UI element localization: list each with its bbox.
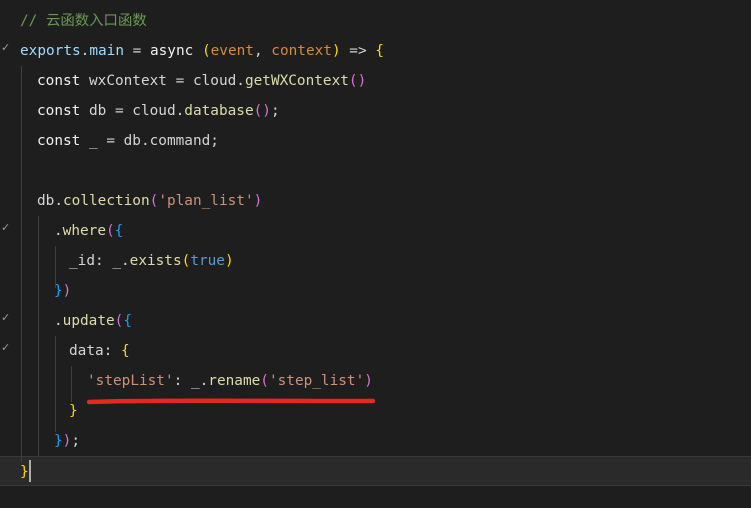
code-line-10[interactable]: }) (0, 276, 751, 306)
code-token: data (69, 343, 104, 359)
code-token: event (210, 43, 254, 59)
code-editor[interactable]: // 云函数入口函数 ✓ exports.main = async (event, … (0, 0, 751, 508)
code-token: ( (193, 43, 211, 59)
indent-guide (21, 66, 22, 462)
code-token: () (253, 103, 271, 119)
code-token: main (89, 43, 124, 59)
code-text: .update({ (54, 306, 132, 336)
code-text: db.collection('plan_list') (37, 186, 262, 216)
code-token: 'plan_list' (158, 193, 254, 209)
code-token: exports (20, 43, 81, 59)
code-line-8[interactable]: ✓ .where({ (0, 216, 751, 246)
red-underline-annotation (87, 398, 375, 405)
code-line-13[interactable]: 'stepList': _.rename('step_list') (0, 366, 751, 396)
code-token: } (54, 433, 63, 449)
chevron-fold-icon[interactable]: ✓ (1, 336, 13, 366)
code-line-11[interactable]: ✓ .update({ (0, 306, 751, 336)
code-token: db = cloud. (80, 103, 185, 119)
code-token: ( (181, 253, 191, 269)
code-line-9[interactable]: _id: _.exists(true) (0, 246, 751, 276)
code-token: _id (69, 253, 95, 269)
indent-guide (55, 246, 56, 288)
code-token: } (69, 403, 78, 419)
code-token: database (184, 103, 254, 119)
code-token: update (62, 313, 115, 329)
code-text: }) (54, 276, 71, 306)
code-token: ) (253, 193, 263, 209)
code-text: const db = cloud.database(); (37, 96, 280, 126)
code-token: ( (149, 193, 159, 209)
code-token: 'step_list' (268, 373, 365, 389)
code-token: { (114, 223, 124, 239)
code-token: : _. (95, 253, 130, 269)
code-token: () (348, 73, 367, 89)
code-token: rename (208, 373, 261, 389)
code-token: // 云函数入口函数 (20, 13, 147, 29)
code-text: }); (54, 426, 80, 456)
code-token: { (375, 43, 384, 59)
code-token: : _. (173, 373, 209, 389)
code-line-1[interactable]: // 云函数入口函数 (0, 6, 751, 36)
code-line-5[interactable]: const _ = db.command; (0, 126, 751, 156)
chevron-fold-icon[interactable]: ✓ (1, 216, 13, 246)
code-token: = (123, 43, 150, 59)
code-token: exists (129, 253, 182, 269)
code-line-2[interactable]: ✓ exports.main = async (event, context) =… (0, 36, 751, 66)
code-token: collection (63, 193, 150, 209)
indent-guide (55, 336, 56, 432)
code-line-15[interactable]: }); (0, 426, 751, 456)
code-token: ( (260, 373, 269, 389)
code-token: } (20, 464, 29, 480)
code-token: ; (71, 433, 81, 449)
code-token: getWXContext (244, 73, 349, 89)
code-token: async (149, 43, 194, 59)
code-token: const (37, 133, 81, 149)
code-text: .where({ (54, 216, 123, 246)
code-text: _id: _.exists(true) (69, 246, 234, 276)
code-line-7[interactable]: db.collection('plan_list') (0, 186, 751, 216)
code-token: _ = db.command; (80, 133, 219, 149)
code-token: where (62, 223, 106, 239)
chevron-fold-icon[interactable]: ✓ (1, 36, 13, 66)
code-token: , (253, 43, 272, 59)
code-token: const (37, 103, 81, 119)
code-line-6[interactable] (0, 156, 751, 186)
code-token: . (54, 223, 63, 239)
indent-guide (38, 216, 39, 456)
code-token: const (37, 73, 81, 89)
indent-guide (71, 366, 72, 402)
code-token: ) (331, 43, 341, 59)
code-token: true (190, 253, 225, 269)
code-text: const wxContext = cloud.getWXContext() (37, 66, 366, 96)
code-token: ; (270, 103, 280, 119)
chevron-fold-icon[interactable]: ✓ (1, 306, 13, 336)
code-token: { (120, 343, 130, 359)
code-text: // 云函数入口函数 (20, 6, 147, 36)
code-token: ) (364, 373, 373, 389)
code-token: : (103, 343, 121, 359)
code-text: const _ = db.command; (37, 126, 219, 156)
code-text: exports.main = async (event, context) =>… (20, 36, 384, 66)
code-token: 'stepList' (87, 373, 174, 389)
code-token: ( (106, 223, 115, 239)
text-cursor (29, 460, 31, 482)
code-line-16[interactable]: } (0, 456, 751, 486)
code-token: => (340, 43, 376, 59)
code-line-4[interactable]: const db = cloud.database(); (0, 96, 751, 126)
code-text: data: { (69, 336, 130, 366)
code-token: . (54, 313, 63, 329)
code-token: context (271, 43, 332, 59)
code-token: wxContext = cloud. (80, 73, 245, 89)
code-token: ) (62, 283, 72, 299)
code-token: { (123, 313, 132, 329)
code-token: ) (224, 253, 234, 269)
code-text: 'stepList': _.rename('step_list') (87, 366, 373, 396)
code-line-12[interactable]: ✓ data: { (0, 336, 751, 366)
code-line-3[interactable]: const wxContext = cloud.getWXContext() (0, 66, 751, 96)
code-token: db. (37, 193, 63, 209)
